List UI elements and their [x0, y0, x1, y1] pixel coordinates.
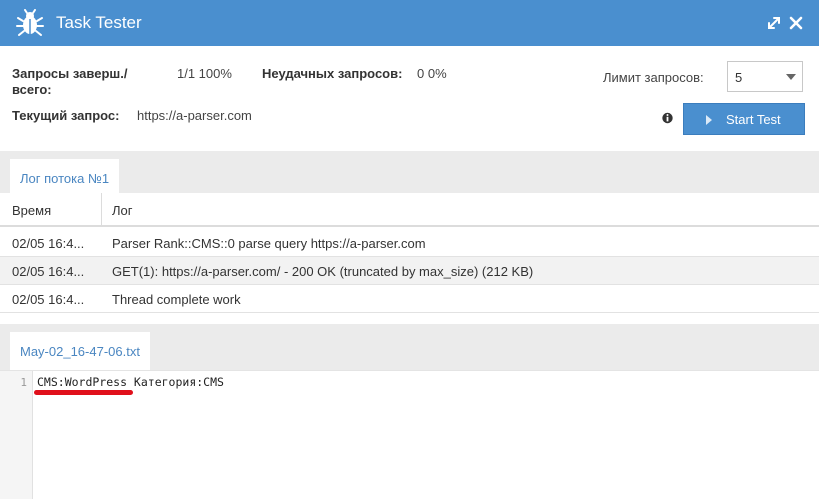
current-request-value: https://a-parser.com: [137, 108, 252, 123]
row-message: Parser Rank::CMS::0 parse query https://…: [112, 236, 426, 251]
column-header-time[interactable]: Время: [12, 203, 51, 218]
log-tab-bar: Лог потока №1: [0, 151, 819, 193]
row-message: Thread complete work: [112, 292, 241, 307]
info-icon[interactable]: [662, 111, 673, 125]
expand-icon[interactable]: [765, 14, 783, 32]
table-row: 02/05 16:4... GET(1): https://a-parser.c…: [0, 257, 819, 285]
tab-thread-log-label: Лог потока №1: [20, 171, 110, 186]
completed-label-total: всего:: [12, 82, 52, 97]
window-title: Task Tester: [56, 13, 142, 32]
table-row: 02/05 16:4... Thread complete work: [0, 285, 819, 313]
limit-select[interactable]: 5: [727, 61, 803, 92]
row-time: 02/05 16:4...: [12, 264, 85, 279]
tab-result-file[interactable]: May-02_16-47-06.txt: [10, 332, 150, 370]
table-row: 02/05 16:4... Parser Rank::CMS::0 parse …: [0, 229, 819, 257]
chevron-down-icon: [786, 74, 796, 80]
limit-label: Лимит запросов:: [603, 70, 704, 85]
bug-icon: [16, 9, 44, 36]
current-request-label: Текущий запрос:: [12, 108, 120, 123]
column-header-log[interactable]: Лог: [112, 203, 133, 218]
start-test-label: Start Test: [726, 112, 781, 127]
red-highlight-underline: [34, 390, 133, 395]
result-tab-bar: May-02_16-47-06.txt: [0, 324, 819, 370]
play-icon: [706, 115, 712, 125]
title-bar: Task Tester: [0, 0, 819, 46]
tab-result-file-label: May-02_16-47-06.txt: [20, 344, 140, 359]
line-number-gutter: 1: [0, 371, 33, 499]
row-time: 02/05 16:4...: [12, 236, 85, 251]
limit-select-value: 5: [735, 70, 743, 85]
result-editor[interactable]: 1 CMS:WordPress Категория:CMS: [0, 370, 819, 499]
close-icon[interactable]: [787, 14, 805, 32]
completed-label: Запросы заверш./: [12, 66, 128, 81]
column-divider: [101, 193, 102, 227]
failed-value: 0 0%: [417, 66, 447, 81]
tab-thread-log[interactable]: Лог потока №1: [10, 159, 120, 193]
log-table-header: Время Лог: [0, 193, 819, 227]
row-time: 02/05 16:4...: [12, 292, 85, 307]
failed-label: Неудачных запросов:: [262, 66, 403, 81]
line-number: 1: [20, 376, 27, 389]
start-test-button[interactable]: Start Test: [683, 103, 805, 135]
result-line[interactable]: CMS:WordPress Категория:CMS: [37, 375, 224, 389]
completed-value: 1/1 100%: [177, 66, 232, 81]
row-message: GET(1): https://a-parser.com/ - 200 OK (…: [112, 264, 534, 279]
